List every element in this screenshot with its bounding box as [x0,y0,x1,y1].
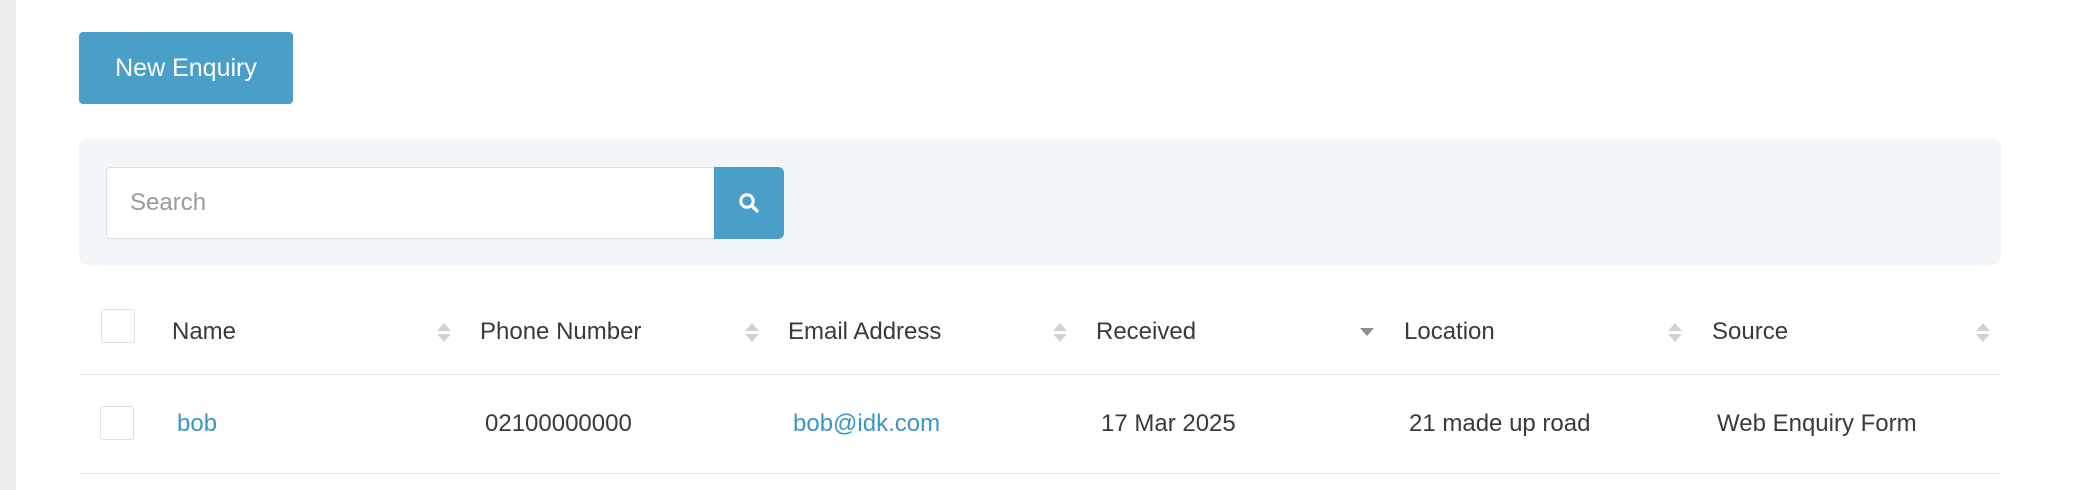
column-header-location[interactable]: Location [1404,290,1495,374]
search-input[interactable] [106,167,714,239]
phone-number: 02100000000 [485,410,632,437]
table-row[interactable]: bob 02100000000 bob@idk.com 17 Mar 2025 … [79,375,2001,474]
search-icon [739,193,759,213]
enquiry-name-link[interactable]: bob [177,410,217,438]
column-label: Location [1404,318,1495,345]
location: 21 made up road [1409,410,1591,437]
column-header-source[interactable]: Source [1712,290,1788,374]
column-header-received[interactable]: Received [1096,290,1196,374]
sort-descending-icon[interactable] [1360,316,1374,348]
sort-icon[interactable] [437,316,451,348]
received-date: 17 Mar 2025 [1101,410,1236,437]
table-header-row: Name Phone Number Email Address Received… [79,290,2001,375]
column-label: Name [172,318,237,345]
row-checkbox[interactable] [100,406,134,440]
column-label: Source [1712,318,1789,345]
select-all-checkbox[interactable] [101,309,135,343]
search-button[interactable] [714,167,784,239]
search-panel [79,139,2001,265]
source: Web Enquiry Form [1717,410,1917,437]
page: New Enquiry Name Phone Number Email Addr… [16,0,2076,490]
sort-icon[interactable] [1976,316,1990,348]
column-header-phone[interactable]: Phone Number [480,290,641,374]
column-header-name[interactable]: Name [172,290,236,374]
new-enquiry-button[interactable]: New Enquiry [79,32,293,104]
column-header-email[interactable]: Email Address [788,290,941,374]
column-label: Phone Number [480,318,642,345]
email-link[interactable]: bob@idk.com [793,410,940,438]
sort-icon[interactable] [1053,316,1067,348]
enquiries-table: Name Phone Number Email Address Received… [79,290,2001,474]
column-label: Email Address [788,318,942,345]
sort-icon[interactable] [745,316,759,348]
sort-icon[interactable] [1668,316,1682,348]
column-label: Received [1096,318,1197,345]
